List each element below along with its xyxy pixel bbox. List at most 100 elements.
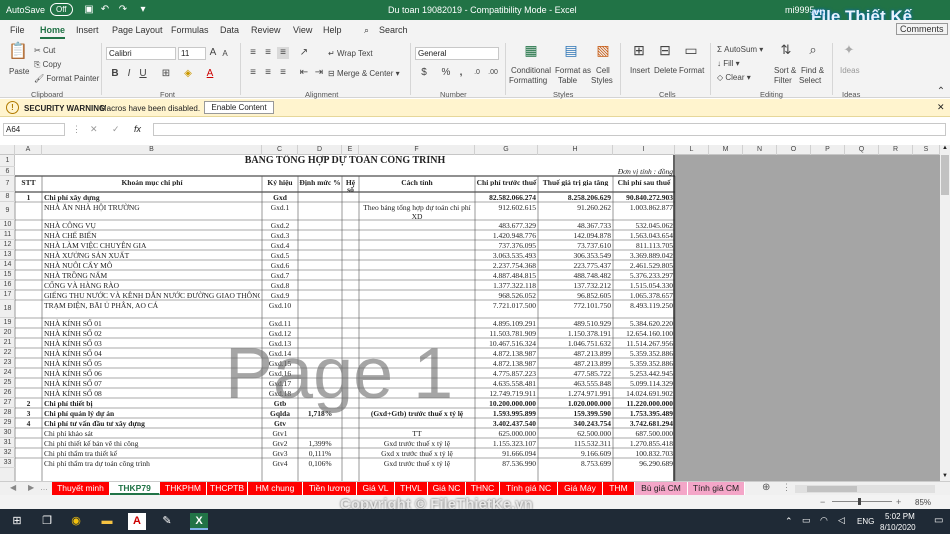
zoom-in-icon[interactable]: +: [896, 497, 901, 507]
search-box[interactable]: Search: [379, 25, 408, 35]
cell-vat[interactable]: 772.101.750: [540, 301, 612, 310]
cell-post[interactable]: 100.832.703: [615, 449, 674, 458]
collapse-ribbon-icon[interactable]: ⌃: [936, 86, 946, 98]
format-cells-icon[interactable]: ▭: [682, 43, 700, 57]
notifications-icon[interactable]: ▭: [934, 515, 943, 526]
cell-code[interactable]: Gxd.1: [264, 203, 296, 212]
decrease-decimal-icon[interactable]: .00: [486, 67, 500, 79]
cell-name[interactable]: NHÀ NUÔI CẤY MÔ: [44, 261, 260, 270]
grow-font-icon[interactable]: A: [208, 47, 218, 59]
tab-page-layout[interactable]: Page Layout: [112, 25, 163, 35]
cell-code[interactable]: Gxd.10: [264, 301, 296, 310]
comma-icon[interactable]: ,: [455, 67, 467, 79]
cell-stt[interactable]: 3: [17, 409, 40, 418]
delete-button[interactable]: Delete: [654, 66, 677, 75]
cell-pre[interactable]: 91.666.094: [477, 449, 536, 458]
cell-pre[interactable]: 1.155.323.107: [477, 439, 536, 448]
row-header[interactable]: 33: [0, 458, 15, 468]
align-left-icon[interactable]: ≡: [247, 67, 259, 79]
cell-post[interactable]: 5.376.233.297: [615, 271, 673, 280]
sheet-tab[interactable]: Tiền lương: [303, 482, 357, 495]
cell-post[interactable]: 687.500.000: [615, 429, 674, 438]
clear-button[interactable]: ◇ Clear ▾: [717, 73, 751, 82]
cell-stt[interactable]: 1: [17, 193, 40, 202]
autosave-toggle[interactable]: Off: [50, 3, 73, 16]
column-header[interactable]: G: [475, 145, 538, 155]
cell-pre[interactable]: 1.377.322.118: [477, 281, 536, 290]
increase-indent-icon[interactable]: ⇥: [313, 67, 325, 79]
cell-code[interactable]: Gxd.7: [264, 271, 296, 280]
insert-function-icon[interactable]: fx: [134, 124, 141, 134]
paste-icon[interactable]: 📋: [8, 44, 28, 66]
formula-input[interactable]: [153, 123, 946, 136]
cell-code[interactable]: Gtv4: [264, 459, 296, 468]
sheet-tab[interactable]: Giá Máy: [558, 482, 603, 495]
tab-review[interactable]: Review: [251, 25, 281, 35]
row-header[interactable]: 9: [0, 202, 15, 220]
row-header[interactable]: 10: [0, 220, 15, 230]
cell-vat[interactable]: 487.213.899: [540, 359, 612, 368]
cell-vat[interactable]: 1.274.971.991: [540, 389, 611, 398]
column-header[interactable]: C: [262, 145, 298, 155]
row-header[interactable]: 17: [0, 290, 15, 300]
cell-post[interactable]: 11.514.267.956: [615, 339, 673, 348]
cell-name[interactable]: NHÀ XƯỞNG SẢN XUẤT: [44, 251, 260, 260]
search-icon[interactable]: ⌕: [364, 25, 369, 36]
column-header[interactable]: N: [743, 145, 777, 155]
cell-pre[interactable]: 87.536.990: [477, 459, 536, 468]
row-header[interactable]: 1: [0, 155, 15, 167]
scroll-thumb[interactable]: [941, 155, 949, 195]
cut-button[interactable]: ✂ Cut: [34, 46, 55, 55]
cell-code[interactable]: Gxd.11: [264, 319, 296, 328]
network-icon[interactable]: ▭: [802, 515, 811, 526]
cell-code[interactable]: Gtv: [264, 419, 296, 428]
cell-post[interactable]: 14.024.691.902: [615, 389, 673, 398]
underline-icon[interactable]: U: [138, 68, 148, 80]
tray-up-icon[interactable]: ⌃: [785, 516, 793, 527]
cell-vat[interactable]: 1.020.000.000: [540, 399, 611, 408]
align-middle-icon[interactable]: ≡: [262, 47, 274, 59]
redo-icon[interactable]: ↷: [116, 3, 130, 17]
volume-icon[interactable]: ◁: [838, 515, 845, 526]
cell-vat[interactable]: 1.150.378.191: [540, 329, 611, 338]
orientation-icon[interactable]: ↗: [298, 47, 310, 59]
cell-rate[interactable]: 0,106%: [300, 459, 340, 468]
ideas-icon[interactable]: ✦: [840, 43, 858, 56]
save-icon[interactable]: ▣: [82, 3, 96, 17]
cell-pre[interactable]: 1.420.948.776: [477, 231, 536, 240]
column-header[interactable]: O: [777, 145, 811, 155]
cell-vat[interactable]: 9.166.609: [540, 449, 611, 458]
file-explorer-icon[interactable]: ▬: [98, 513, 116, 530]
tabs-more-icon[interactable]: ⋮: [782, 482, 791, 493]
cell-stt[interactable]: 2: [17, 399, 40, 408]
borders-icon[interactable]: ⊞: [160, 68, 172, 80]
sheet-tab[interactable]: Tính giá NC: [500, 482, 558, 495]
cell-vat[interactable]: 159.399.590: [540, 409, 612, 418]
cell-method[interactable]: Gxd x trước thuế x tỷ lệ: [361, 449, 473, 458]
cell-code[interactable]: Gxd.9: [264, 291, 296, 300]
cell-post[interactable]: 811.113.705: [615, 241, 673, 250]
autosum-button[interactable]: Σ AutoSum ▾: [717, 45, 763, 54]
cell-name[interactable]: GIẾNG THU NƯỚC VÀ KÊNH DẪN NƯỚC ĐƯỜNG GI…: [44, 291, 260, 300]
cell-name[interactable]: NHÀ KÍNH SỐ 01: [44, 319, 260, 328]
cell-post[interactable]: 1.515.054.330: [615, 281, 673, 290]
cell-vat[interactable]: 1.046.751.632: [540, 339, 611, 348]
row-header[interactable]: 28: [0, 408, 15, 418]
tab-help[interactable]: Help: [323, 25, 342, 35]
horizontal-scrollbar[interactable]: [795, 485, 935, 493]
tab-home[interactable]: Home: [40, 25, 66, 39]
cell-code[interactable]: Gxd: [264, 193, 296, 202]
cell-vat[interactable]: 137.732.212: [540, 281, 612, 290]
find-select-icon[interactable]: ⌕: [804, 43, 822, 56]
sheet-tab[interactable]: Thuyết minh: [52, 482, 110, 495]
paste-button[interactable]: Paste: [9, 67, 29, 76]
cell-name[interactable]: Chi phí tư vấn đầu tư xây dựng: [44, 419, 260, 428]
cell-vat[interactable]: 488.748.482: [540, 271, 612, 280]
cell-post[interactable]: 5.253.442.945: [615, 369, 673, 378]
cell-pre[interactable]: 10.200.000.000: [477, 399, 536, 408]
cell-name[interactable]: Chi phí xây dựng: [44, 193, 260, 202]
column-header[interactable]: E: [342, 145, 359, 155]
windows-start-icon[interactable]: ⊞: [8, 513, 26, 530]
comments-button[interactable]: Comments: [896, 23, 948, 35]
cell-post[interactable]: 11.220.000.000: [615, 399, 673, 408]
